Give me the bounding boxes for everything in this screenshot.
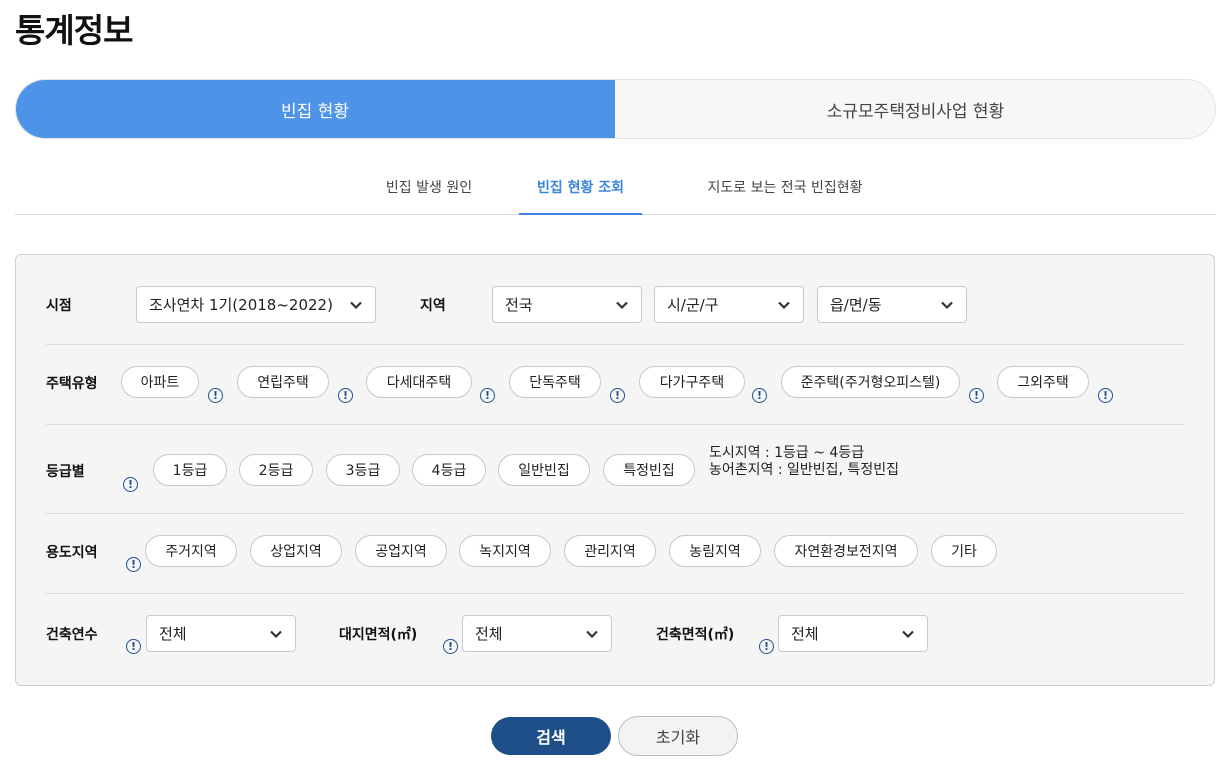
filter-panel: 시점 조사연차 1기(2018~2022) 지역 전국 시/군/구 읍/면/동 … — [15, 254, 1215, 686]
period-label: 시점 — [46, 298, 72, 314]
floor-area-select[interactable]: 전체 — [778, 615, 928, 652]
chip-grade-1[interactable]: 1등급 — [153, 454, 227, 486]
info-icon[interactable]: ! — [759, 639, 774, 654]
chip-grade-general[interactable]: 일반빈집 — [498, 454, 590, 486]
land-area-label: 대지면적(㎡) — [339, 627, 418, 643]
info-icon[interactable]: ! — [480, 388, 495, 403]
info-icon[interactable]: ! — [443, 639, 458, 654]
chip-housing-apartment[interactable]: 아파트 — [121, 366, 199, 398]
zoning-label: 용도지역 — [46, 545, 98, 561]
chip-zone-nature-conservation[interactable]: 자연환경보전지역 — [774, 535, 918, 567]
building-age-select[interactable]: 전체 — [146, 615, 296, 652]
chevron-down-icon — [902, 630, 914, 639]
region-label: 지역 — [420, 298, 446, 314]
region-dong-value: 읍/면/동 — [830, 296, 882, 314]
grade-note-rural: 농어촌지역 : 일반빈집, 특정빈집 — [709, 462, 899, 478]
chip-housing-rowhouse[interactable]: 연립주택 — [237, 366, 329, 398]
floor-area-label: 건축면적(㎡) — [656, 627, 735, 643]
building-age-value: 전체 — [159, 625, 187, 643]
chip-housing-other[interactable]: 그외주택 — [997, 366, 1089, 398]
divider — [46, 424, 1184, 425]
divider — [46, 593, 1184, 594]
chip-zone-industrial[interactable]: 공업지역 — [355, 535, 447, 567]
search-button[interactable]: 검색 — [491, 717, 611, 755]
reset-button[interactable]: 초기화 — [618, 716, 738, 756]
subtab-vacancy-map[interactable]: 지도로 보는 전국 빈집현황 — [685, 166, 885, 213]
subtab-vacancy-status-lookup[interactable]: 빈집 현황 조회 — [519, 166, 642, 215]
info-icon[interactable]: ! — [338, 388, 353, 403]
land-area-value: 전체 — [475, 625, 503, 643]
chevron-down-icon — [270, 630, 282, 639]
chip-zone-management[interactable]: 관리지역 — [564, 535, 656, 567]
region-sido-select[interactable]: 전국 — [492, 286, 642, 323]
region-sido-value: 전국 — [505, 296, 533, 314]
chip-housing-multiplex[interactable]: 다세대주택 — [366, 366, 472, 398]
chip-housing-multifamily[interactable]: 다가구주택 — [639, 366, 745, 398]
info-icon[interactable]: ! — [126, 639, 141, 654]
period-select[interactable]: 조사연차 1기(2018~2022) — [136, 286, 376, 323]
chip-housing-detached[interactable]: 단독주택 — [509, 366, 601, 398]
region-sigungu-value: 시/군/구 — [667, 296, 719, 314]
info-icon[interactable]: ! — [969, 388, 984, 403]
tab-vacant-house-status[interactable]: 빈집 현황 — [16, 80, 615, 138]
info-icon[interactable]: ! — [610, 388, 625, 403]
divider — [46, 513, 1184, 514]
chip-grade-2[interactable]: 2등급 — [239, 454, 313, 486]
grade-note-urban: 도시지역 : 1등급 ~ 4등급 — [709, 445, 865, 461]
chevron-down-icon — [941, 301, 953, 310]
subtab-vacancy-causes[interactable]: 빈집 발생 원인 — [369, 166, 489, 213]
tab-small-housing-project-status[interactable]: 소규모주택정비사업 현황 — [616, 80, 1215, 138]
region-sigungu-select[interactable]: 시/군/구 — [654, 286, 804, 323]
info-icon[interactable]: ! — [1098, 388, 1113, 403]
chip-housing-quasi-housing[interactable]: 준주택(주거형오피스텔) — [781, 366, 960, 398]
info-icon[interactable]: ! — [752, 388, 767, 403]
chip-zone-green[interactable]: 녹지지역 — [459, 535, 551, 567]
chip-zone-commercial[interactable]: 상업지역 — [250, 535, 342, 567]
building-age-label: 건축연수 — [46, 627, 98, 643]
chip-grade-specific[interactable]: 특정빈집 — [603, 454, 695, 486]
chevron-down-icon — [350, 301, 362, 310]
info-icon[interactable]: ! — [123, 477, 138, 492]
chip-grade-4[interactable]: 4등급 — [412, 454, 486, 486]
page-title: 통계정보 — [15, 11, 133, 50]
sub-tabs: 빈집 발생 원인 빈집 현황 조회 지도로 보는 전국 빈집현황 — [15, 166, 1216, 215]
chevron-down-icon — [778, 301, 790, 310]
chevron-down-icon — [616, 301, 628, 310]
divider — [46, 344, 1184, 345]
chip-zone-residential[interactable]: 주거지역 — [145, 535, 237, 567]
grade-label: 등급별 — [46, 464, 85, 480]
land-area-select[interactable]: 전체 — [462, 615, 612, 652]
chevron-down-icon — [586, 630, 598, 639]
main-tabs: 빈집 현황 소규모주택정비사업 현황 — [15, 79, 1216, 139]
chip-zone-agricultural[interactable]: 농림지역 — [669, 535, 761, 567]
period-select-value: 조사연차 1기(2018~2022) — [149, 296, 333, 314]
chip-grade-3[interactable]: 3등급 — [326, 454, 400, 486]
chip-zone-other[interactable]: 기타 — [931, 535, 997, 567]
region-dong-select[interactable]: 읍/면/동 — [817, 286, 967, 323]
info-icon[interactable]: ! — [126, 557, 141, 572]
info-icon[interactable]: ! — [208, 388, 223, 403]
housing-type-label: 주택유형 — [46, 376, 98, 392]
floor-area-value: 전체 — [791, 625, 819, 643]
